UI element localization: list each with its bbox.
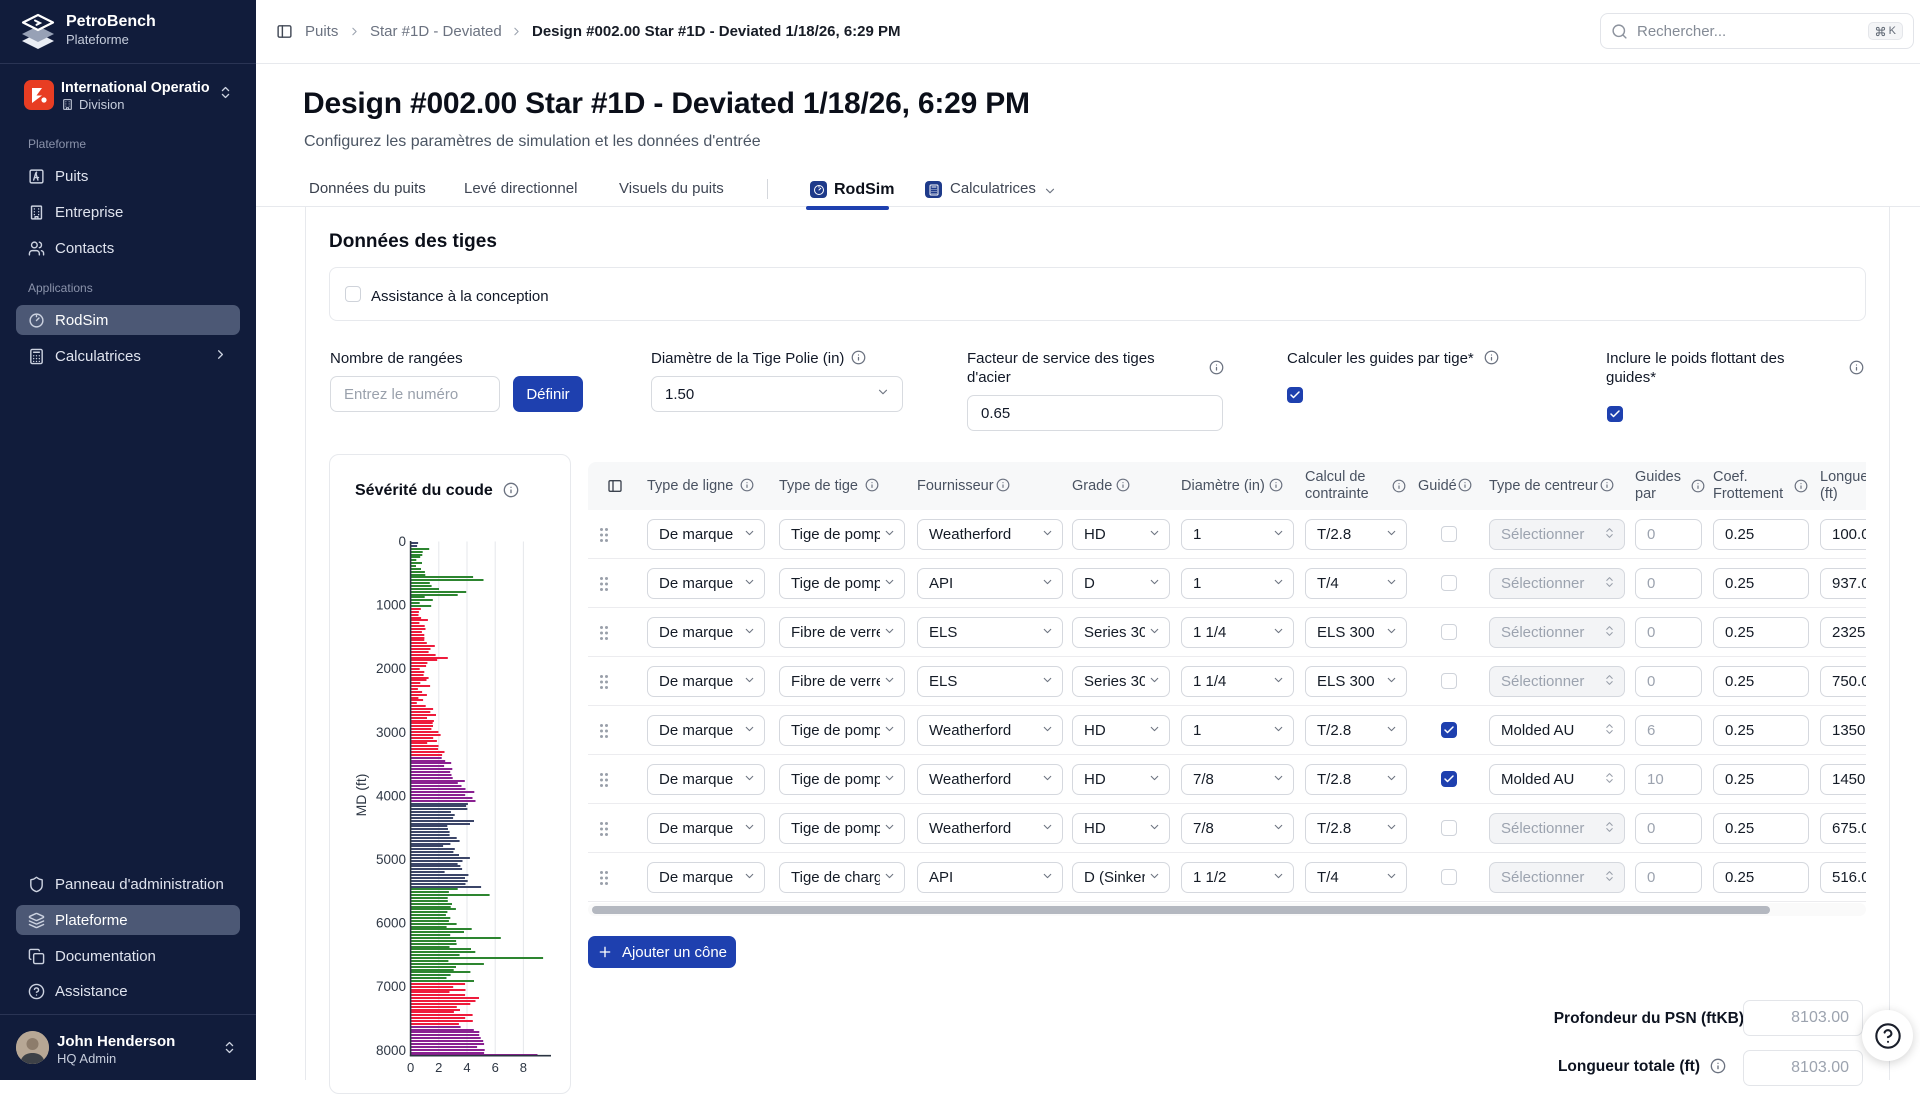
svg-text:4: 4 [463, 1060, 470, 1075]
svg-text:8: 8 [520, 1060, 527, 1075]
svg-text:4000: 4000 [376, 788, 406, 803]
svg-text:3000: 3000 [376, 725, 406, 740]
svg-text:1000: 1000 [376, 598, 406, 613]
svg-text:5000: 5000 [376, 852, 406, 867]
svg-text:MD (ft): MD (ft) [353, 774, 369, 817]
svg-text:0: 0 [398, 534, 406, 549]
svg-text:8000: 8000 [376, 1043, 406, 1058]
svg-text:2000: 2000 [376, 661, 406, 676]
svg-text:2: 2 [435, 1060, 442, 1075]
svg-text:6: 6 [492, 1060, 499, 1075]
svg-text:0: 0 [407, 1060, 414, 1075]
svg-text:6000: 6000 [376, 916, 406, 931]
svg-text:7000: 7000 [376, 979, 406, 994]
